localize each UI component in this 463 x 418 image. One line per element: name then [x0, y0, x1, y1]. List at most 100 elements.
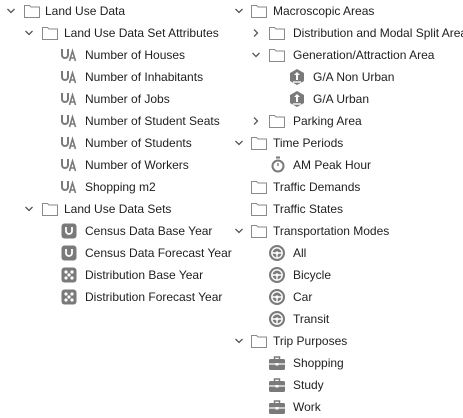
attribute-ua-icon: [60, 46, 78, 64]
tree-leaf-label: Number of Houses: [85, 48, 186, 62]
tree-node-parking-area[interactable]: Parking Area: [230, 110, 463, 132]
tree-leaf-label: Bicycle: [293, 268, 332, 282]
chevron-right-icon[interactable]: [250, 115, 262, 127]
tree-leaf-time-period[interactable]: AM Peak Hour: [230, 154, 463, 176]
tree-leaf-attribute[interactable]: Number of Inhabitants: [0, 66, 232, 88]
tree-leaf-label: Shopping m2: [85, 180, 156, 194]
tree-leaf-label: Car: [293, 290, 313, 304]
tree-leaf-label: Transit: [293, 312, 330, 326]
tree-leaf-label: All: [293, 246, 307, 260]
tree-leaf-label: Number of Student Seats: [85, 114, 220, 128]
briefcase-icon: [268, 354, 286, 372]
tree-leaf-label: Distribution Base Year: [85, 268, 204, 282]
tree-node-label: Land Use Data: [45, 4, 126, 18]
tree-node-macroscopic-areas[interactable]: Macroscopic Areas: [230, 0, 463, 22]
tree-leaf-label: Number of Workers: [85, 158, 189, 172]
tree-leaf-label: Study: [293, 378, 324, 392]
chevron-down-icon[interactable]: [23, 203, 35, 215]
left-tree: Land Use Data Land Use Data Set Attribut…: [0, 0, 232, 308]
briefcase-icon: [268, 398, 286, 416]
folder-icon: [268, 24, 286, 42]
folder-icon: [250, 222, 268, 240]
briefcase-icon: [268, 376, 286, 394]
tree-node-transportation-modes[interactable]: Transportation Modes: [230, 220, 463, 242]
tree-leaf-mode[interactable]: Car: [230, 286, 463, 308]
folder-icon: [41, 200, 59, 218]
tree-node-land-use-data-sets[interactable]: Land Use Data Sets: [0, 198, 232, 220]
tree-leaf-label: Census Data Forecast Year: [85, 246, 232, 260]
census-data-icon: [60, 244, 78, 262]
tree-node-label: Generation/Attraction Area: [293, 48, 435, 62]
attribute-ua-icon: [60, 112, 78, 130]
tree-leaf-purpose[interactable]: Study: [230, 374, 463, 396]
folder-icon: [268, 112, 286, 130]
tree-leaf-mode[interactable]: Transit: [230, 308, 463, 330]
tree-node-traffic-demands[interactable]: Traffic Demands: [230, 176, 463, 198]
attribute-ua-icon: [60, 134, 78, 152]
steering-wheel-icon: [268, 288, 286, 306]
tree-node-label: Traffic Demands: [273, 180, 361, 194]
tree-node-label: Macroscopic Areas: [273, 4, 375, 18]
tree-leaf-purpose[interactable]: Work: [230, 396, 463, 418]
stopwatch-icon: [269, 156, 287, 174]
tree-leaf-label: Distribution Forecast Year: [85, 290, 223, 304]
tree-leaf-data-set[interactable]: Distribution Forecast Year: [0, 286, 232, 308]
tree-leaf-attribute[interactable]: Number of Houses: [0, 44, 232, 66]
tree-leaf-label: AM Peak Hour: [293, 158, 372, 172]
folder-icon: [268, 46, 286, 64]
chevron-down-icon[interactable]: [233, 335, 245, 347]
census-data-icon: [60, 222, 78, 240]
tree-leaf-mode[interactable]: All: [230, 242, 463, 264]
attribute-ua-icon: [60, 90, 78, 108]
tree-leaf-label: G/A Urban: [313, 92, 370, 106]
attribute-ua-icon: [60, 178, 78, 196]
tree-leaf-area[interactable]: G/A Non Urban: [230, 66, 463, 88]
generation-attraction-area-icon: [288, 68, 306, 86]
tree-node-traffic-states[interactable]: Traffic States: [230, 198, 463, 220]
tree-node-land-use-data-set-attributes[interactable]: Land Use Data Set Attributes: [0, 22, 232, 44]
tree-leaf-label: Number of Students: [85, 136, 192, 150]
tree-leaf-area[interactable]: G/A Urban: [230, 88, 463, 110]
steering-wheel-icon: [268, 244, 286, 262]
tree-node-generation-attraction-area[interactable]: Generation/Attraction Area: [230, 44, 463, 66]
tree-leaf-attribute[interactable]: Number of Jobs: [0, 88, 232, 110]
folder-icon: [250, 134, 268, 152]
attribute-ua-icon: [60, 156, 78, 174]
tree-leaf-attribute[interactable]: Number of Student Seats: [0, 110, 232, 132]
tree-node-label: Transportation Modes: [273, 224, 390, 238]
tree-node-distribution-modal-split-area[interactable]: Distribution and Modal Split Area: [230, 22, 463, 44]
tree-node-label: Distribution and Modal Split Area: [293, 26, 463, 40]
tree-leaf-label: Shopping: [293, 356, 344, 370]
tree-leaf-attribute[interactable]: Number of Students: [0, 132, 232, 154]
tree-leaf-mode[interactable]: Bicycle: [230, 264, 463, 286]
distribution-icon: [60, 288, 78, 306]
tree-leaf-label: Number of Inhabitants: [85, 70, 204, 84]
steering-wheel-icon: [268, 310, 286, 328]
tree-node-label: Traffic States: [273, 202, 344, 216]
folder-icon: [250, 2, 268, 20]
chevron-down-icon[interactable]: [233, 137, 245, 149]
tree-node-label: Time Periods: [273, 136, 344, 150]
chevron-down-icon[interactable]: [250, 49, 262, 61]
folder-icon: [41, 24, 59, 42]
tree-leaf-purpose[interactable]: Shopping: [230, 352, 463, 374]
steering-wheel-icon: [268, 266, 286, 284]
tree-leaf-attribute[interactable]: Number of Workers: [0, 154, 232, 176]
tree-node-trip-purposes[interactable]: Trip Purposes: [230, 330, 463, 352]
tree-leaf-data-set[interactable]: Census Data Forecast Year: [0, 242, 232, 264]
generation-attraction-area-icon: [288, 90, 306, 108]
chevron-down-icon[interactable]: [233, 225, 245, 237]
chevron-down-icon[interactable]: [23, 27, 35, 39]
tree-leaf-label: Work: [293, 400, 321, 414]
chevron-down-icon[interactable]: [233, 5, 245, 17]
tree-node-label: Land Use Data Sets: [64, 202, 172, 216]
tree-leaf-data-set[interactable]: Distribution Base Year: [0, 264, 232, 286]
folder-icon: [250, 178, 268, 196]
tree-leaf-attribute[interactable]: Shopping m2: [0, 176, 232, 198]
tree-node-land-use-data[interactable]: Land Use Data: [0, 0, 232, 22]
chevron-right-icon[interactable]: [250, 27, 262, 39]
folder-icon: [250, 200, 268, 218]
tree-leaf-data-set[interactable]: Census Data Base Year: [0, 220, 232, 242]
chevron-down-icon[interactable]: [5, 5, 17, 17]
tree-node-time-periods[interactable]: Time Periods: [230, 132, 463, 154]
